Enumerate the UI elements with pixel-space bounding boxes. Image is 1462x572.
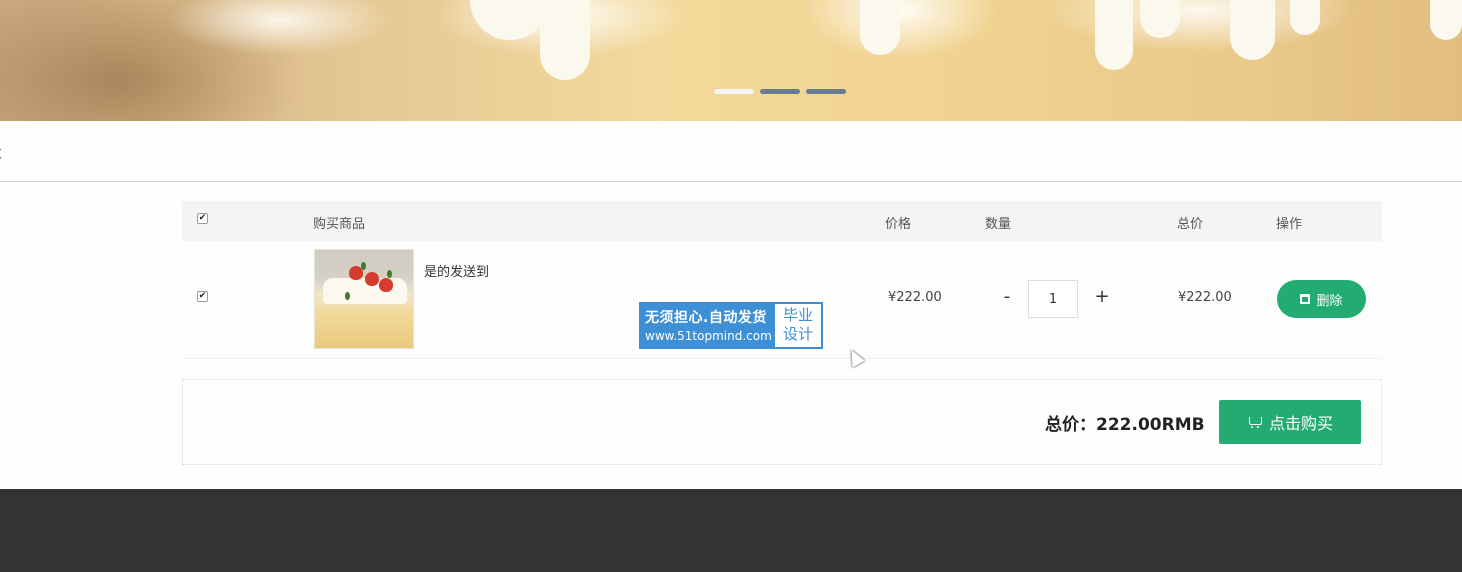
breadcrumb: 车 bbox=[0, 121, 1462, 182]
delete-button[interactable]: 删除 bbox=[1277, 280, 1366, 318]
watermark-badge2: 设计 bbox=[782, 325, 813, 343]
page-footer bbox=[0, 489, 1462, 572]
cart-icon bbox=[1247, 416, 1263, 428]
quantity-decrease-button[interactable]: - bbox=[1000, 286, 1014, 307]
quantity-input[interactable] bbox=[1028, 280, 1078, 318]
table-header: ✔ 购买商品 价格 数量 总价 操作 bbox=[182, 201, 1382, 241]
delete-label: 删除 bbox=[1316, 293, 1343, 309]
trash-icon bbox=[1300, 294, 1311, 304]
header-total: 总价 bbox=[1177, 217, 1204, 232]
table-row: ✔ 是的发送到 无须担心.自动发货 www.51topmind.com 毕业 设… bbox=[182, 241, 1382, 359]
carousel-dot-3[interactable] bbox=[806, 89, 846, 94]
product-name[interactable]: 是的发送到 bbox=[424, 261, 489, 280]
product-image[interactable] bbox=[314, 249, 414, 349]
header-action: 操作 bbox=[1276, 217, 1303, 232]
carousel-dot-1[interactable] bbox=[714, 89, 754, 94]
header-product: 购买商品 bbox=[313, 217, 366, 232]
row-subtotal: ¥222.00 bbox=[1178, 290, 1232, 305]
header-price: 价格 bbox=[885, 217, 912, 232]
unit-price: ¥222.00 bbox=[888, 290, 942, 305]
row-checkbox[interactable]: ✔ bbox=[197, 291, 208, 302]
watermark-line2: www.51topmind.com bbox=[645, 329, 772, 343]
select-all-checkbox[interactable]: ✔ bbox=[197, 213, 208, 224]
quantity-increase-button[interactable]: + bbox=[1094, 286, 1110, 307]
watermark-line1: 无须担心.自动发货 bbox=[645, 310, 767, 326]
watermark-badge1: 毕业 bbox=[782, 306, 813, 324]
page-title: 车 bbox=[0, 141, 2, 165]
watermark-logo: 无须担心.自动发货 www.51topmind.com 毕业 设计 bbox=[639, 302, 823, 349]
cart-summary: 总价：222.00RMB 点击购买 bbox=[182, 379, 1382, 465]
cart-table: ✔ 购买商品 价格 数量 总价 操作 ✔ 是的发送到 无须担心.自动发货 www… bbox=[182, 201, 1382, 359]
total-price: 总价：222.00RMB bbox=[1045, 415, 1205, 435]
header-quantity: 数量 bbox=[985, 217, 1012, 232]
carousel-dot-2[interactable] bbox=[760, 89, 800, 94]
buy-label: 点击购买 bbox=[1268, 414, 1333, 433]
buy-button[interactable]: 点击购买 bbox=[1219, 400, 1361, 444]
hero-banner bbox=[0, 0, 1462, 121]
carousel-indicators bbox=[714, 89, 846, 95]
